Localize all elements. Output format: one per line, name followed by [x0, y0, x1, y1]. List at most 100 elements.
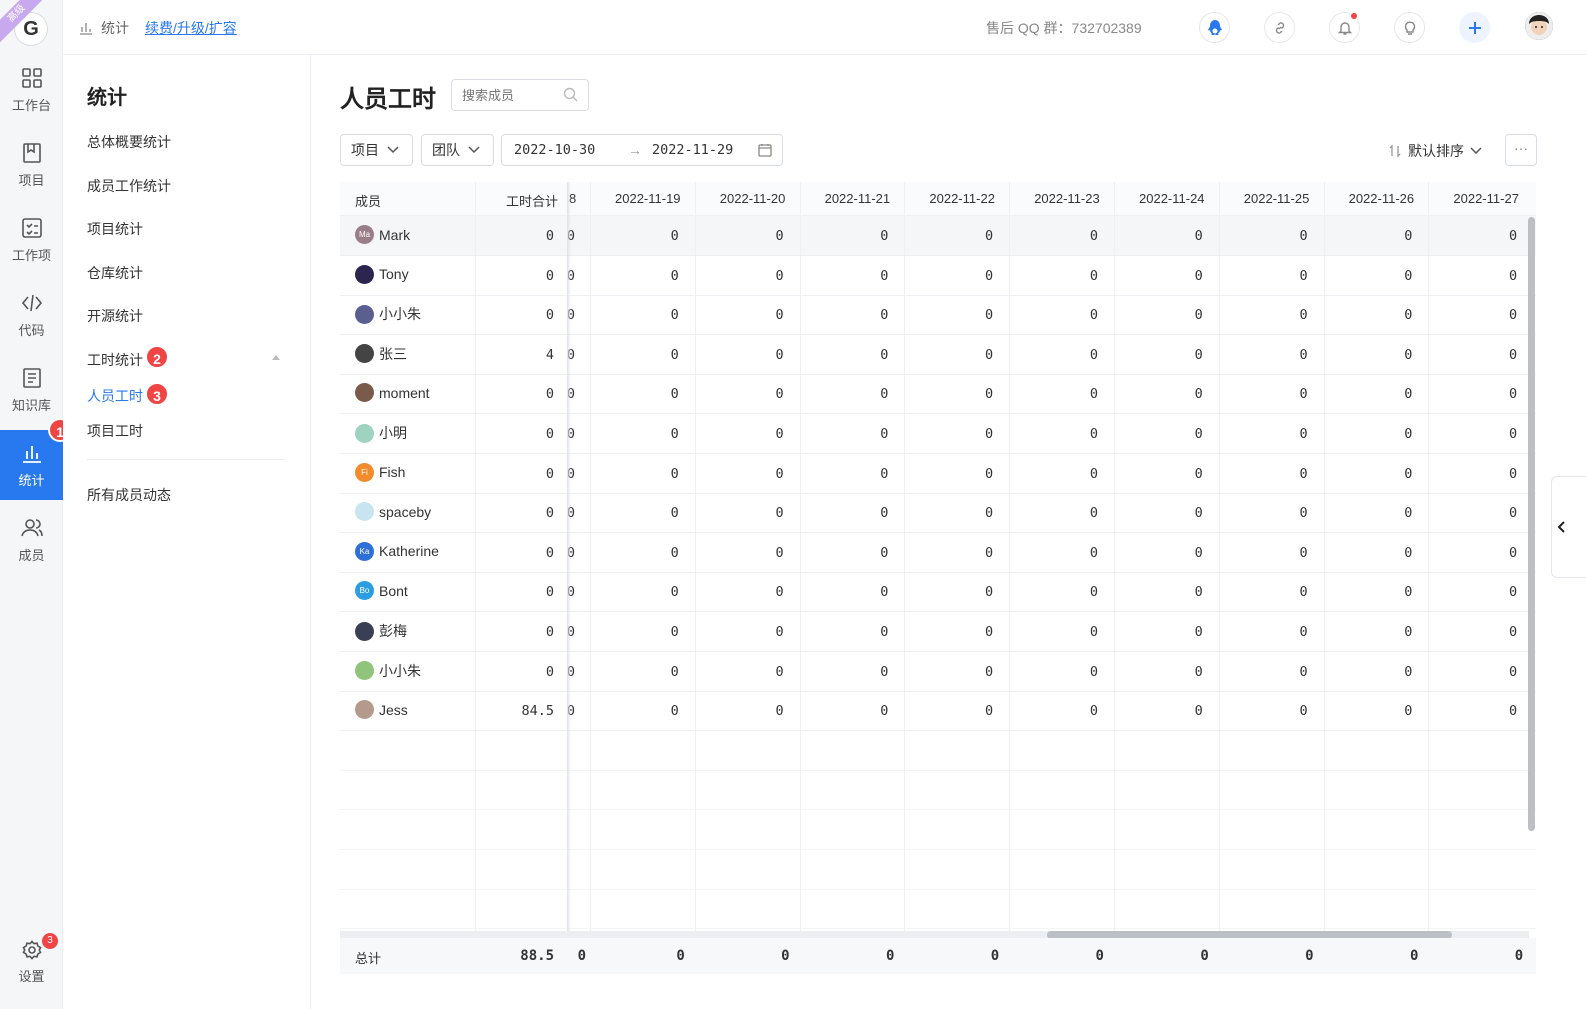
hours-cell[interactable]: 0: [800, 228, 888, 244]
hours-cell[interactable]: 0: [695, 624, 783, 640]
hours-cell[interactable]: 0: [1114, 426, 1203, 442]
table-row[interactable]: Jess84.50000000000: [340, 691, 1536, 732]
rail-item-project[interactable]: 项目: [0, 130, 63, 200]
member-cell[interactable]: 小小朱: [355, 304, 421, 324]
sidebar-group-worktime[interactable]: 工时统计: [87, 350, 143, 370]
hours-cell[interactable]: 0: [590, 545, 679, 561]
column-header-date[interactable]: 2022-11-27: [1453, 191, 1519, 206]
hours-cell[interactable]: 0: [904, 545, 993, 561]
hours-cell[interactable]: 0: [590, 386, 679, 402]
column-header-date[interactable]: 2022-11-19: [615, 191, 681, 206]
sidebar-item-member-hours[interactable]: 人员工时: [87, 386, 143, 406]
hours-cell[interactable]: 0: [800, 703, 888, 719]
hours-cell[interactable]: 0: [695, 386, 783, 402]
table-row[interactable]: 小小朱00000000000: [340, 295, 1536, 336]
hours-cell[interactable]: 0: [1324, 347, 1412, 363]
hours-cell[interactable]: 0: [904, 703, 993, 719]
hours-cell[interactable]: 0: [1428, 228, 1517, 244]
hours-cell[interactable]: 0: [904, 624, 993, 640]
hours-cell[interactable]: 0: [1219, 624, 1307, 640]
hours-cell[interactable]: 0: [800, 307, 888, 323]
hours-cell[interactable]: 0: [1428, 664, 1517, 680]
team-filter-select[interactable]: 团队: [421, 134, 494, 166]
hours-cell[interactable]: 0: [1219, 307, 1307, 323]
member-cell[interactable]: Tony: [355, 264, 409, 284]
hours-cell[interactable]: 0: [1324, 386, 1412, 402]
hours-cell[interactable]: 0: [1219, 466, 1307, 482]
hours-cell[interactable]: 0: [1114, 584, 1203, 600]
hours-cell[interactable]: 0: [1009, 307, 1098, 323]
tips-button[interactable]: [1394, 12, 1425, 43]
hours-cell[interactable]: 0: [1009, 664, 1098, 680]
hours-cell[interactable]: 0: [1114, 347, 1203, 363]
member-cell[interactable]: 小明: [355, 423, 407, 443]
hours-cell[interactable]: 0: [1324, 426, 1412, 442]
hours-cell[interactable]: 0: [800, 624, 888, 640]
date-end[interactable]: 2022-11-29: [652, 142, 758, 158]
table-row[interactable]: 张三40000000000: [340, 335, 1536, 375]
hours-cell[interactable]: 0: [1428, 545, 1517, 561]
hours-cell[interactable]: 0: [1114, 466, 1203, 482]
hours-cell[interactable]: 0: [590, 307, 679, 323]
side-panel-toggle[interactable]: [1551, 476, 1586, 578]
hours-cell[interactable]: 0: [590, 347, 679, 363]
hours-cell[interactable]: 0: [695, 703, 783, 719]
hours-cell[interactable]: 0: [800, 386, 888, 402]
hours-cell[interactable]: 0: [1114, 545, 1203, 561]
hours-cell[interactable]: 0: [1428, 466, 1517, 482]
hours-cell[interactable]: 0: [1009, 703, 1098, 719]
member-cell[interactable]: 张三: [355, 344, 407, 364]
hours-cell[interactable]: 0: [800, 584, 888, 600]
collapse-caret-icon[interactable]: [272, 354, 280, 360]
hours-cell[interactable]: 0: [1009, 386, 1098, 402]
hours-cell[interactable]: 0: [590, 228, 679, 244]
sidebar-item-member-work[interactable]: 成员工作统计: [87, 176, 171, 196]
hours-cell[interactable]: 0: [1428, 624, 1517, 640]
member-cell[interactable]: moment: [355, 383, 430, 403]
member-cell[interactable]: Ka Katherine: [355, 541, 439, 561]
hours-cell[interactable]: 0: [1219, 505, 1307, 521]
hours-cell[interactable]: 0: [695, 466, 783, 482]
column-header-date[interactable]: 2022-11-23: [1034, 191, 1100, 206]
qq-button[interactable]: [1199, 12, 1230, 43]
member-cell[interactable]: Ma Mark: [355, 225, 410, 244]
member-cell[interactable]: spaceby: [355, 502, 431, 522]
hours-cell[interactable]: 0: [1324, 545, 1412, 561]
hours-cell[interactable]: 0: [695, 268, 783, 284]
hours-cell[interactable]: 0: [590, 426, 679, 442]
sidebar-item-opensource-stats[interactable]: 开源统计: [87, 306, 143, 326]
hours-cell[interactable]: 0: [1009, 545, 1098, 561]
hours-cell[interactable]: 0: [1324, 624, 1412, 640]
sidebar-item-overview[interactable]: 总体概要统计: [87, 132, 171, 152]
hours-cell[interactable]: 0: [1324, 307, 1412, 323]
hours-cell[interactable]: 0: [800, 505, 888, 521]
hours-cell[interactable]: 0: [695, 228, 783, 244]
hours-cell[interactable]: 0: [1428, 505, 1517, 521]
hours-cell[interactable]: 0: [695, 505, 783, 521]
hours-cell[interactable]: 0: [1219, 347, 1307, 363]
hours-cell[interactable]: 0: [1428, 386, 1517, 402]
hours-cell[interactable]: 0: [590, 664, 679, 680]
hours-cell[interactable]: 0: [904, 664, 993, 680]
upgrade-link[interactable]: 续费/升级/扩容: [145, 18, 237, 38]
rail-item-settings[interactable]: 设置 3: [0, 932, 63, 992]
hours-cell[interactable]: 0: [800, 347, 888, 363]
hours-cell[interactable]: 0: [695, 426, 783, 442]
hours-cell[interactable]: 0: [1324, 584, 1412, 600]
hours-cell[interactable]: 0: [1324, 703, 1412, 719]
hours-cell[interactable]: 0: [1324, 268, 1412, 284]
hours-cell[interactable]: 0: [904, 426, 993, 442]
table-row[interactable]: 小明00000000000: [340, 414, 1536, 454]
sort-dropdown[interactable]: 默认排序: [1388, 141, 1482, 161]
hours-cell[interactable]: 0: [695, 307, 783, 323]
hours-cell[interactable]: 0: [1219, 545, 1307, 561]
hours-cell[interactable]: 0: [1428, 703, 1517, 719]
hours-cell[interactable]: 0: [1009, 228, 1098, 244]
hours-cell[interactable]: 0: [1219, 426, 1307, 442]
member-cell[interactable]: Fi Fish: [355, 462, 405, 482]
hours-cell[interactable]: 0: [1428, 347, 1517, 363]
hours-cell[interactable]: 0: [1219, 228, 1307, 244]
hours-cell[interactable]: 0: [1219, 584, 1307, 600]
date-range-picker[interactable]: 2022-10-30 → 2022-11-29: [501, 134, 783, 166]
hours-cell[interactable]: 0: [1114, 307, 1203, 323]
